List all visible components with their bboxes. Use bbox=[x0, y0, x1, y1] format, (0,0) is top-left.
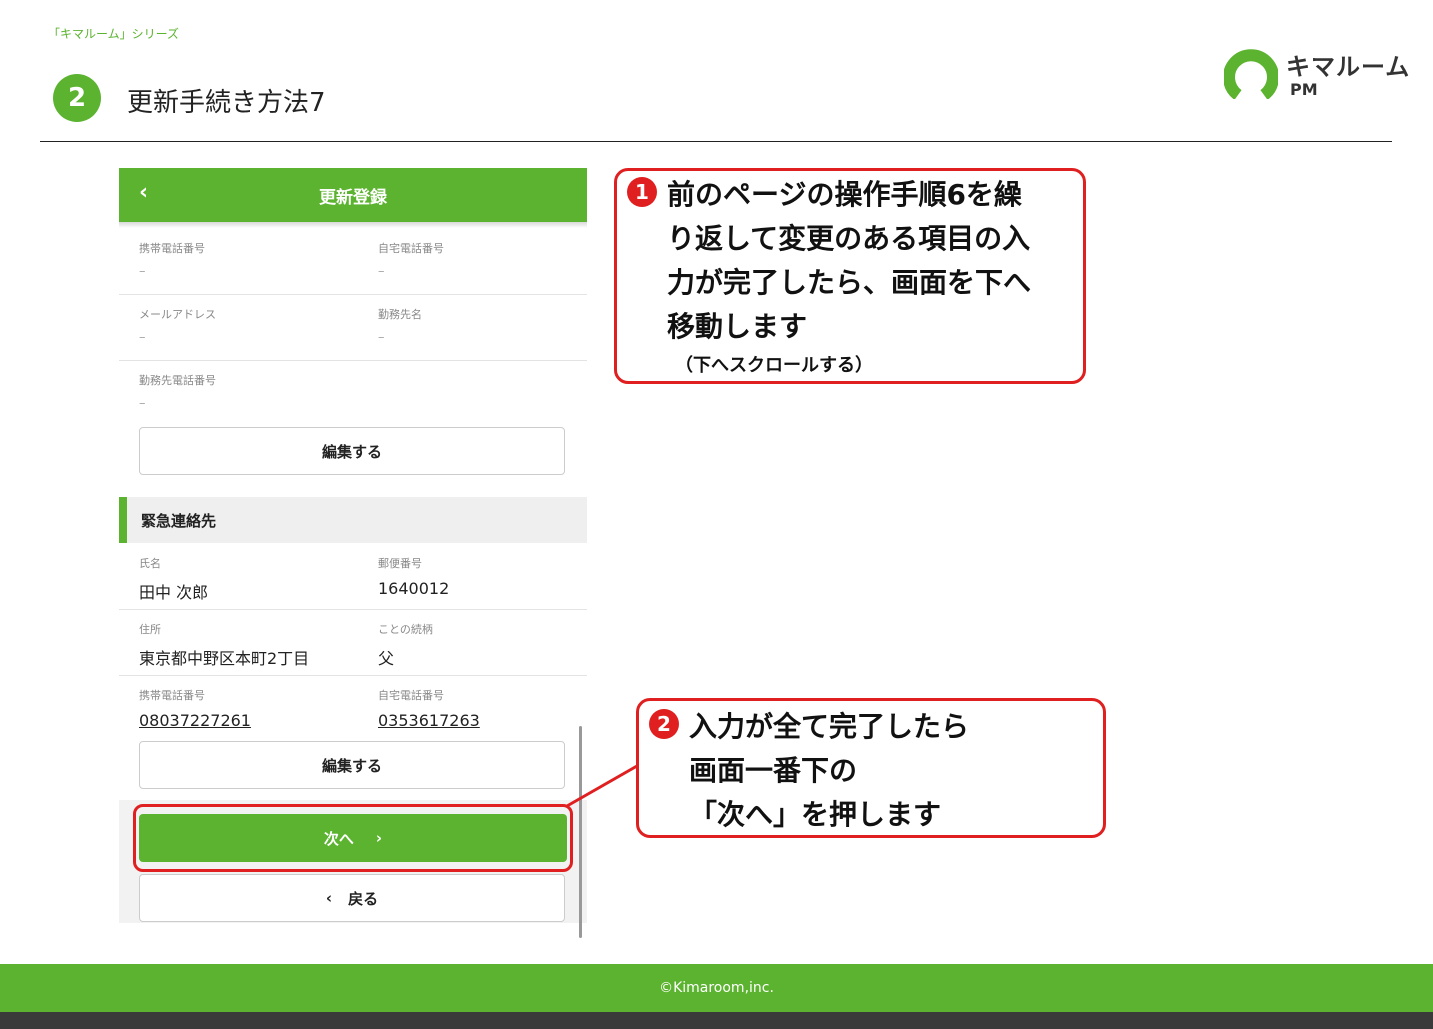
field-home-phone: 自宅電話番号 – bbox=[378, 240, 444, 279]
back-label: 戻る bbox=[348, 889, 379, 908]
edit-contact-button[interactable]: 編集する bbox=[139, 427, 565, 475]
header-divider bbox=[40, 141, 1392, 142]
emergency-row: 氏名 田中 次郎 郵便番号 1640012 bbox=[119, 543, 587, 610]
field-mobile: 携帯電話番号 – bbox=[139, 240, 205, 279]
field-value: 父 bbox=[378, 649, 395, 668]
back-button[interactable]: ‹ 戻る bbox=[139, 874, 565, 922]
callout-text: 前のページの操作手順6を繰 り返して変更のある項目の入 力が完了したら、画面を下… bbox=[667, 173, 1031, 349]
phone-link[interactable]: 0353617263 bbox=[378, 711, 480, 730]
field-label: 自宅電話番号 bbox=[378, 689, 444, 702]
contact-row: 携帯電話番号 – 自宅電話番号 – bbox=[119, 228, 587, 295]
brand-logo: キマルーム PM bbox=[1224, 45, 1409, 105]
page-title: 更新手続き方法7 bbox=[127, 88, 326, 118]
logo-name: キマルーム bbox=[1286, 53, 1411, 81]
field-relation: ことの続柄 父 bbox=[378, 621, 433, 669]
field-address: 住所 東京都中野区本町2丁目 bbox=[139, 621, 309, 669]
chevron-left-icon[interactable]: ‹ bbox=[139, 180, 148, 205]
callout-number: 2 bbox=[649, 709, 679, 739]
field-label: 勤務先電話番号 bbox=[139, 374, 216, 387]
emergency-row: 住所 東京都中野区本町2丁目 ことの続柄 父 bbox=[119, 609, 587, 676]
next-button-highlight bbox=[133, 804, 573, 872]
field-work-phone: 勤務先電話番号 – bbox=[139, 372, 216, 411]
scrollbar[interactable] bbox=[579, 726, 582, 938]
field-emergency-mobile: 携帯電話番号 08037227261 bbox=[139, 687, 251, 730]
field-value: – bbox=[139, 396, 146, 411]
field-workplace: 勤務先名 – bbox=[378, 306, 422, 345]
edit-emergency-button[interactable]: 編集する bbox=[139, 741, 565, 789]
callout-line: 「次へ」を押します bbox=[689, 798, 942, 831]
footer-bar: ©Kimaroom,inc. bbox=[0, 964, 1433, 1012]
field-label: 勤務先名 bbox=[378, 308, 422, 321]
chevron-left-icon: ‹ bbox=[325, 889, 333, 907]
callout-line: 前のページの操作手順6を繰 bbox=[667, 178, 1022, 211]
field-value: 田中 次郎 bbox=[139, 583, 209, 602]
field-label: 自宅電話番号 bbox=[378, 242, 444, 255]
copyright: ©Kimaroom,inc. bbox=[659, 980, 774, 996]
step-number-badge: 2 bbox=[53, 74, 101, 122]
emergency-row: 携帯電話番号 08037227261 自宅電話番号 0353617263 bbox=[119, 675, 587, 741]
callout-line: り返して変更のある項目の入 bbox=[667, 222, 1031, 255]
field-label: 住所 bbox=[139, 623, 161, 636]
field-label: メールアドレス bbox=[139, 308, 216, 321]
contact-row: メールアドレス – 勤務先名 – bbox=[119, 294, 587, 361]
field-value: 東京都中野区本町2丁目 bbox=[139, 649, 310, 668]
field-postal: 郵便番号 1640012 bbox=[378, 555, 449, 598]
field-label: 携帯電話番号 bbox=[139, 689, 205, 702]
field-value: – bbox=[139, 264, 146, 279]
app-title: 更新登録 bbox=[319, 187, 387, 208]
field-label: 携帯電話番号 bbox=[139, 242, 205, 255]
callout-number: 1 bbox=[627, 177, 657, 207]
field-email: メールアドレス – bbox=[139, 306, 216, 345]
field-value: 1640012 bbox=[378, 579, 450, 598]
phone-link[interactable]: 08037227261 bbox=[139, 711, 251, 730]
callout-line: 力が完了したら、画面を下へ bbox=[667, 266, 1032, 299]
callout-step-1: 1 前のページの操作手順6を繰 り返して変更のある項目の入 力が完了したら、画面… bbox=[614, 168, 1086, 384]
field-label: 郵便番号 bbox=[378, 557, 422, 570]
callout-line: 入力が全て完了したら bbox=[689, 710, 970, 743]
emergency-section-header: 緊急連絡先 bbox=[119, 497, 587, 543]
contact-row: 勤務先電話番号 – bbox=[119, 360, 587, 426]
app-header: ‹ 更新登録 bbox=[119, 168, 587, 222]
series-label: 「キマルーム」シリーズ bbox=[48, 27, 180, 41]
logo-sub: PM bbox=[1290, 80, 1318, 99]
field-name: 氏名 田中 次郎 bbox=[139, 555, 208, 603]
field-value: – bbox=[139, 330, 146, 345]
callout-line: 移動します bbox=[667, 310, 808, 343]
callout-text: 入力が全て完了したら 画面一番下の 「次へ」を押します bbox=[689, 705, 969, 837]
field-value: – bbox=[378, 330, 385, 345]
field-label: ことの続柄 bbox=[378, 623, 433, 636]
field-label: 氏名 bbox=[139, 557, 161, 570]
callout-step-2: 2 入力が全て完了したら 画面一番下の 「次へ」を押します bbox=[636, 698, 1106, 838]
field-emergency-home: 自宅電話番号 0353617263 bbox=[378, 687, 480, 730]
bottom-edge bbox=[0, 1012, 1433, 1029]
field-value: – bbox=[378, 264, 385, 279]
logo-ring-icon bbox=[1224, 49, 1278, 99]
callout-note: （下へスクロールする） bbox=[675, 355, 873, 376]
callout-line: 画面一番下の bbox=[689, 754, 858, 787]
